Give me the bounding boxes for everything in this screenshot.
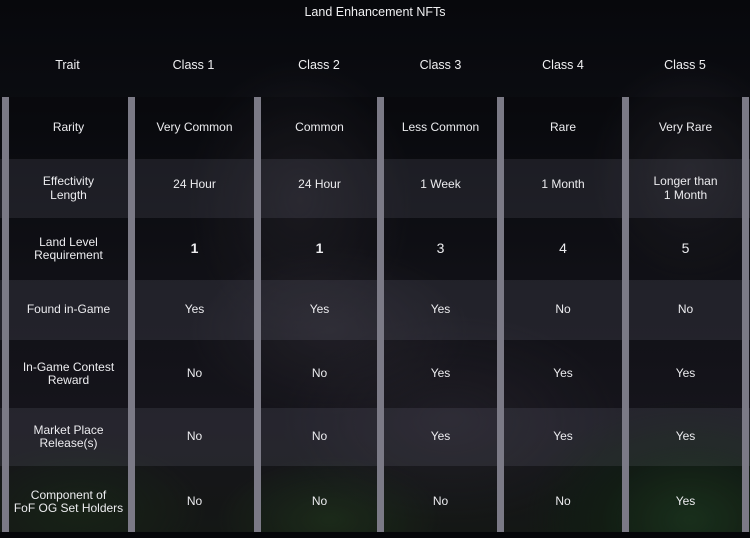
table-cell: Yes [430,302,451,317]
table-row-in-game-contest-reward: In-Game Contest Reward No No Yes Yes Yes [0,340,750,408]
table-row-component-of-og-set: Component of FoF OG Set Holders No No No… [0,466,750,538]
table-cell: No [311,429,328,444]
column-header-class-2: Class 2 [298,58,340,72]
table-cell: Yes [309,302,330,317]
column-header-class-1: Class 1 [172,58,215,72]
table-cell: No [555,494,571,509]
table-row-rarity: Rarity Very Common Common Less Common Ra… [0,97,750,159]
table-cell: 1 Week [420,177,461,191]
table-cell: Yes [430,366,451,381]
page-title: Land Enhancement NFTs [304,5,446,19]
table-cell: Longer than 1 Month [653,174,718,202]
column-header-trait: Trait [55,58,80,72]
table-cell: Less Common [401,120,480,135]
table-row-market-place-release: Market Place Release(s) No No Yes Yes Ye… [0,408,750,466]
table-cell: 4 [559,240,567,257]
table-cell: No [555,302,571,317]
table-cell: 24 Hour [298,177,341,191]
table-cell: 3 [436,240,445,257]
table-row-found-in-game: Found in-Game Yes Yes Yes No No [0,280,750,340]
table-cell: Yes [675,494,696,509]
table-cell: 1 [190,240,199,257]
table-cell: Very Rare [658,120,713,135]
table-row-land-level-requirement: Land Level Requirement 1 1 3 4 5 [0,218,750,280]
trait-label: Component of FoF OG Set Holders [13,487,124,515]
table-cell: Common [295,120,344,135]
table-cell: No [677,302,694,317]
trait-label: Market Place Release(s) [33,422,104,450]
table-cell: No [186,366,203,381]
table-cell: No [186,494,203,509]
column-separator [497,97,504,532]
table-cell: Yes [675,366,696,381]
column-separator [128,97,135,532]
trait-label: Found in-Game [26,302,111,317]
table-cell: Yes [184,302,205,317]
table-cell: Rare [549,120,576,135]
table-cell: No [311,366,328,381]
table-cell: Yes [553,429,573,444]
column-separator [254,97,261,532]
column-separator [2,97,9,532]
column-separator [742,97,749,532]
table-header: Trait Class 1 Class 2 Class 3 Class 4 Cl… [0,52,750,78]
column-separator [622,97,629,532]
table-cell: No [311,494,328,509]
column-header-class-5: Class 5 [664,58,706,72]
table-cell: 1 Month [541,177,585,191]
column-header-class-3: Class 3 [419,58,462,72]
table-cell: Yes [553,366,573,381]
table-cell: Yes [675,429,696,444]
column-separator [377,97,384,532]
table-row-effectivity-length: Effectivity Length 24 Hour 24 Hour 1 Wee… [0,159,750,218]
table-cell: 24 Hour [173,177,216,191]
table-cell: 1 [315,240,324,257]
trait-label: Land Level Requirement [34,234,103,262]
table-cell: 5 [681,240,690,257]
table-cell: Yes [430,429,451,444]
trait-label: In-Game Contest Reward [22,359,115,387]
table-cell: No [186,429,203,444]
table-cell: Very Common [156,120,233,135]
table-cell: No [432,494,449,509]
trait-label: Rarity [52,120,85,135]
trait-label: Effectivity Length [42,174,95,202]
column-header-class-4: Class 4 [542,58,584,72]
